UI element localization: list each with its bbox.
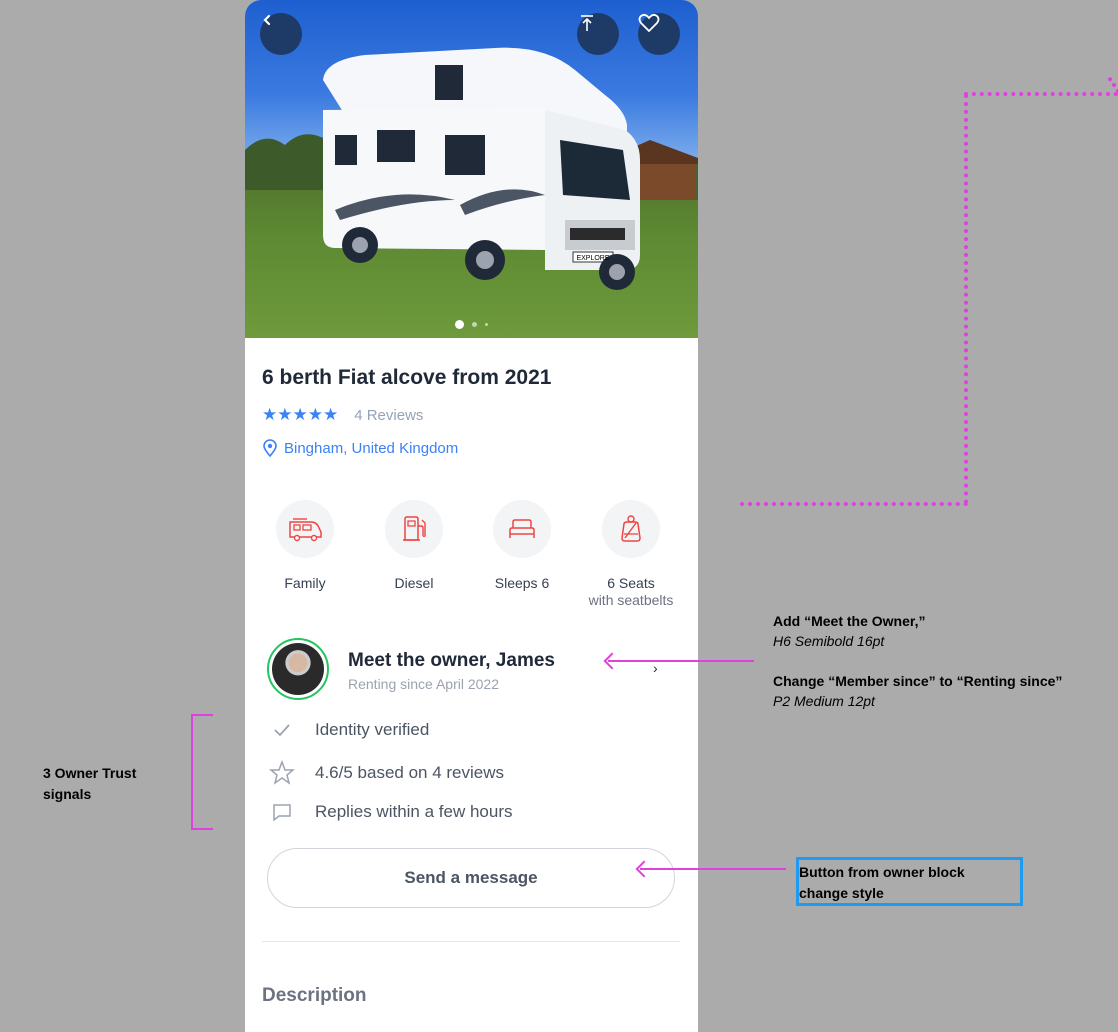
annotation-line: 3 Owner Trust	[43, 765, 137, 781]
feature-icon-circle	[602, 500, 660, 558]
trust-signal-text: 4.6/5 based on 4 reviews	[315, 763, 505, 782]
chevron-left-icon	[263, 14, 271, 26]
feature-label: 6 Seats	[607, 575, 655, 591]
dotted-connector	[964, 94, 968, 504]
location-text[interactable]: Bingham, United Kingdom	[284, 440, 458, 457]
share-upload-icon	[581, 15, 593, 31]
owner-renting-since: Renting since April 2022	[348, 676, 499, 692]
listing-title: 6 berth Fiat alcove from 2021	[262, 366, 552, 389]
check-icon	[267, 723, 297, 737]
star-rating: ★★★★★	[262, 405, 338, 425]
annotation-line: Change “Member since” to “Renting since”	[773, 673, 1063, 689]
feature-list: Family Diesel Sleeps 6 6 Seats with seat…	[245, 500, 698, 615]
feature-label: Diesel	[394, 575, 434, 591]
feature-label: Family	[284, 575, 326, 591]
campervan-photo: EXPLORE	[245, 47, 698, 290]
feature-fuel: Diesel	[359, 500, 469, 591]
trust-bracket	[191, 714, 213, 830]
stars-icon: ★★★★★	[262, 405, 339, 424]
annotation-line: signals	[43, 786, 92, 802]
reviews-link[interactable]: 4 Reviews	[354, 407, 423, 424]
dotted-connector	[740, 502, 968, 506]
description-heading: Description	[262, 985, 367, 1006]
dotted-connector	[964, 92, 1118, 96]
listing-screen: EXPLORE 6 berth Fiat alcove from 2021 ★★…	[245, 0, 698, 1032]
back-button[interactable]	[260, 13, 302, 55]
trust-annotation: 3 Owner Trust signals	[43, 763, 136, 805]
trust-signal-text: Identity verified	[315, 720, 430, 739]
bed-icon	[509, 519, 535, 538]
feature-icon-circle	[276, 500, 334, 558]
rating-row[interactable]: ★★★★★ 4 Reviews	[262, 405, 423, 425]
favorite-button[interactable]	[638, 13, 680, 55]
owner-annotation: Add “Meet the Owner,” H6 Semibold 16pt	[773, 611, 925, 651]
location-row[interactable]: Bingham, United Kingdom	[262, 439, 458, 457]
annotation-line: P2 Medium 12pt	[773, 693, 875, 709]
feature-icon-circle	[493, 500, 551, 558]
heart-icon	[638, 13, 660, 33]
owner-avatar[interactable]	[267, 638, 329, 700]
license-plate: EXPLORE	[576, 255, 609, 262]
owner-photo	[272, 643, 324, 695]
feature-family: Family	[250, 500, 360, 591]
seatbelt-icon	[621, 515, 641, 542]
chat-bubble-icon	[267, 802, 297, 822]
annotation-line: Add “Meet the Owner,”	[773, 613, 926, 629]
fuel-pump-icon	[403, 516, 426, 541]
annotation-line: H6 Semibold 16pt	[773, 633, 885, 649]
owner-heading: Meet the owner, James	[348, 650, 555, 671]
feature-label: Sleeps 6	[494, 575, 550, 591]
section-divider	[262, 941, 680, 942]
hero-image[interactable]: EXPLORE	[245, 0, 698, 338]
trust-signal-response: Replies within a few hours	[267, 802, 667, 822]
annotation-line: change style	[799, 885, 884, 901]
trust-signal-rating: 4.6/5 based on 4 reviews	[267, 760, 667, 786]
chevron-right-icon[interactable]: ›	[653, 660, 658, 676]
annotation-line: Button from owner block	[799, 864, 965, 880]
campervan-icon	[289, 518, 322, 542]
send-message-button[interactable]: Send a message	[267, 848, 675, 908]
feature-sleeps: Sleeps 6	[467, 500, 577, 591]
feature-icon-circle	[385, 500, 443, 558]
since-annotation: Change “Member since” to “Renting since”…	[773, 671, 1062, 711]
annotation-arrow	[640, 868, 786, 870]
annotation-arrow	[608, 660, 754, 662]
carousel-dot[interactable]	[455, 320, 464, 329]
carousel-dot[interactable]	[485, 323, 488, 326]
trust-signal-text: Replies within a few hours	[315, 802, 513, 821]
carousel-indicator[interactable]	[245, 320, 698, 329]
star-outline-icon	[267, 760, 297, 786]
owner-card[interactable]: Meet the owner, James Renting since Apri…	[267, 638, 677, 702]
feature-sublabel: with seatbelts	[588, 592, 674, 608]
dotted-connector	[1107, 76, 1118, 94]
share-button[interactable]	[577, 13, 619, 55]
map-pin-icon	[263, 439, 277, 457]
button-annotation: Button from owner block change style	[799, 862, 965, 904]
carousel-dot[interactable]	[472, 322, 477, 327]
trust-signal-identity: Identity verified	[267, 720, 667, 740]
feature-seats: 6 Seats with seatbelts	[576, 500, 686, 608]
